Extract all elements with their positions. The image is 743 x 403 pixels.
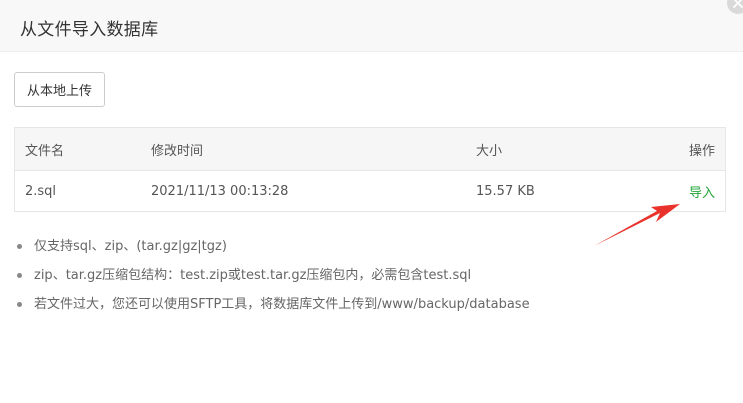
table-header: 文件名 修改时间 大小 操作 [15,128,725,171]
header-modified-time: 修改时间 [151,143,204,159]
file-size: 15.57 KB [476,183,535,199]
header-size: 大小 [476,143,503,159]
header-filename: 文件名 [25,143,65,159]
notes-list: 仅支持sql、zip、(tar.gz|gz|tgz) zip、tar.gz压缩包… [16,232,530,319]
dialog-header: 从文件导入数据库 [0,0,743,52]
import-database-dialog: 从文件导入数据库 从本地上传 文件名 修改时间 大小 操作 2.sql 2021… [0,0,743,403]
file-name: 2.sql [25,183,57,199]
list-item: zip、tar.gz压缩包结构：test.zip或test.tar.gz压缩包内… [16,261,530,290]
list-item: 若文件过大，您还可以使用SFTP工具，将数据库文件上传到/www/backup/… [16,290,530,319]
file-modified-time: 2021/11/13 00:13:28 [151,183,289,199]
import-link[interactable]: 导入 [689,171,715,211]
annotation-arrow-icon [594,204,680,246]
close-icon[interactable] [727,0,743,14]
list-item: 仅支持sql、zip、(tar.gz|gz|tgz) [16,232,530,261]
upload-from-local-button[interactable]: 从本地上传 [14,72,106,107]
dialog-title: 从文件导入数据库 [20,20,159,40]
header-action: 操作 [688,143,715,159]
